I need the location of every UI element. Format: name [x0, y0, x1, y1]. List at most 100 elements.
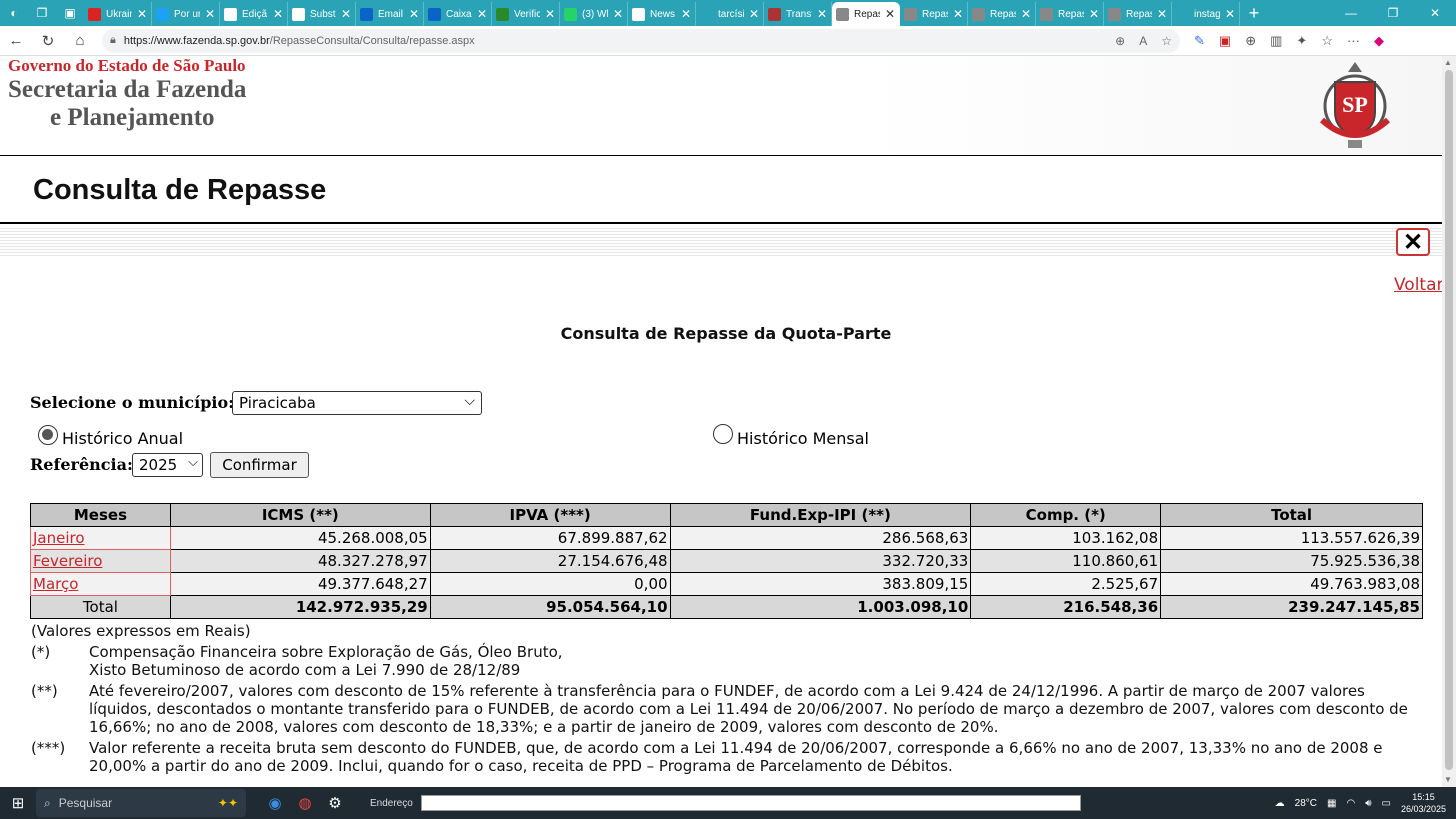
browser-tab[interactable]: instag ✕ — [1172, 2, 1240, 26]
voltar-link[interactable]: Voltar — [1394, 275, 1442, 295]
workspaces-icon[interactable]: ❐ — [28, 0, 56, 26]
total-label: Total — [30, 595, 171, 619]
volume-icon[interactable]: 🔊︎ — [1365, 798, 1371, 809]
restore-button[interactable]: ❐ — [1372, 6, 1414, 20]
scroll-thumb[interactable] — [1445, 70, 1453, 770]
taskbar-search[interactable]: ⌕ Pesquisar ✦✦ — [36, 789, 246, 817]
url-host: https://www.fazenda.sp.gov.br — [123, 34, 270, 47]
performance-icon[interactable]: ▥ — [1270, 33, 1282, 49]
ipva-total: 95.054.564,10 — [429, 595, 671, 619]
close-window-button[interactable]: ✕ — [1414, 6, 1456, 20]
month-link[interactable]: Fevereiro — [33, 552, 102, 570]
home-button[interactable]: ⌂ — [64, 32, 96, 49]
sparkle-icon: ✦✦ — [217, 796, 238, 810]
icms-total: 142.972.935,29 — [169, 595, 431, 619]
close-tab-icon[interactable]: ✕ — [137, 7, 147, 21]
close-tab-icon[interactable]: ✕ — [341, 7, 351, 21]
close-tab-icon[interactable]: ✕ — [953, 7, 963, 21]
month-link[interactable]: Março — [33, 575, 78, 593]
weather-temp: 28°C — [1294, 797, 1317, 809]
scroll-down-icon[interactable]: ▼ — [1444, 775, 1452, 784]
tab-actions-icon[interactable]: ▣ — [56, 0, 84, 26]
close-tab-icon[interactable]: ✕ — [545, 7, 555, 21]
clock[interactable]: 15:15 26/03/2025 — [1401, 791, 1446, 815]
referencia-select[interactable]: 2025 ⌵ — [132, 453, 203, 477]
favorite-star-icon[interactable]: ☆ — [1161, 34, 1172, 48]
close-tab-icon[interactable]: ✕ — [1089, 7, 1099, 21]
municipio-select[interactable]: Piracicaba ⌵ — [232, 391, 482, 415]
browser-tab[interactable]: (3) Wl ✕ — [560, 2, 628, 26]
radio-historico-mensal[interactable] — [713, 424, 733, 444]
back-button[interactable]: ← — [0, 32, 32, 49]
browser-tab[interactable]: Ukrain ✕ — [84, 2, 152, 26]
close-tab-icon[interactable]: ✕ — [681, 7, 691, 21]
pen-icon[interactable]: ✎ — [1194, 33, 1205, 49]
browser-tab[interactable]: Repas ✕ — [900, 2, 968, 26]
scroll-up-icon[interactable]: ▲ — [1444, 58, 1452, 67]
close-tab-icon[interactable]: ✕ — [749, 7, 759, 21]
new-tab-button[interactable]: + — [1240, 3, 1268, 24]
tab-favicon-icon — [292, 7, 305, 21]
col-header: Comp. (*) — [970, 503, 1162, 527]
close-tab-icon[interactable]: ✕ — [613, 7, 623, 21]
close-tab-icon[interactable]: ✕ — [885, 7, 895, 21]
browser-tab[interactable]: Repas ✕ — [1036, 2, 1104, 26]
weather-icon[interactable]: ☁ — [1275, 798, 1285, 809]
tray-apps-icon[interactable]: ▦ — [1327, 798, 1336, 809]
zoom-icon[interactable]: ⊕ — [1115, 34, 1125, 48]
close-tab-icon[interactable]: ✕ — [205, 7, 215, 21]
profile-icon[interactable]: ◐ — [0, 0, 28, 26]
minimize-button[interactable]: — — [1330, 6, 1372, 20]
browser-tab[interactable]: Repas ✕ — [968, 2, 1036, 26]
month-link[interactable]: Janeiro — [33, 529, 85, 547]
tab-favicon-icon — [360, 7, 373, 21]
close-tab-icon[interactable]: ✕ — [477, 7, 487, 21]
settings-gear-icon[interactable]: ⚙ — [320, 794, 350, 812]
close-tab-icon[interactable]: ✕ — [1225, 7, 1235, 21]
menu-icon[interactable]: ··· — [1347, 33, 1360, 49]
ipi-cell: 383.809,15 — [669, 572, 972, 596]
wifi-icon[interactable]: ◠ — [1346, 798, 1355, 809]
close-icon[interactable]: ✕ — [1396, 228, 1430, 256]
windows-start-icon[interactable]: ⊞ — [0, 794, 36, 812]
browser-tab[interactable]: Transf ✕ — [764, 2, 832, 26]
browser-tab[interactable]: Email ✕ — [356, 2, 424, 26]
extension-icon[interactable]: ▣ — [1219, 33, 1231, 49]
read-aloud-icon[interactable]: A — [1139, 34, 1147, 48]
close-tab-icon[interactable]: ✕ — [409, 7, 419, 21]
endereco-input[interactable] — [420, 795, 1081, 811]
browser-tab[interactable]: Subst ✕ — [288, 2, 356, 26]
add-icon[interactable]: ⊕ — [1245, 33, 1256, 49]
confirmar-button[interactable]: Confirmar — [210, 452, 309, 478]
close-tab-icon[interactable]: ✕ — [1021, 7, 1031, 21]
footnotes: (Valores expressos em Reais) (*) Compens… — [31, 622, 1426, 775]
browser-tab[interactable]: Por ur ✕ — [152, 2, 220, 26]
close-tab-icon[interactable]: ✕ — [273, 7, 283, 21]
browser-tab[interactable]: Verific ✕ — [492, 2, 560, 26]
browser-tab[interactable]: Repas ✕ — [1104, 2, 1172, 26]
radio-historico-anual[interactable] — [38, 425, 58, 445]
tab-favicon-icon — [564, 7, 577, 21]
browser-tab[interactable]: Ediçã ✕ — [220, 2, 288, 26]
tab-favicon-icon — [1176, 7, 1189, 21]
browser-tab[interactable]: News ✕ — [628, 2, 696, 26]
browser-tab[interactable]: Repas ✕ — [832, 2, 900, 26]
refresh-button[interactable]: ↻ — [32, 32, 64, 50]
copilot-icon[interactable]: ◆ — [1374, 33, 1384, 49]
favorites-icon[interactable]: ☆ — [1321, 33, 1333, 49]
page-title: Consulta de Repasse — [33, 174, 327, 206]
battery-icon[interactable]: ▭ — [1382, 798, 1391, 809]
chrome-icon[interactable]: ◍ — [290, 794, 320, 812]
browser-tab[interactable]: tarcísi ✕ — [696, 2, 764, 26]
close-tab-icon[interactable]: ✕ — [817, 7, 827, 21]
extensions-puzzle-icon[interactable]: ✦ — [1296, 33, 1307, 49]
total-cell: 113.557.626,39 — [1160, 526, 1423, 550]
footnote-text: Valor referente a receita bruta sem desc… — [89, 739, 1383, 775]
comp-cell: 110.860,61 — [970, 549, 1162, 573]
close-tab-icon[interactable]: ✕ — [1157, 7, 1167, 21]
total-cell: 49.763.983,08 — [1160, 572, 1423, 596]
page-scrollbar[interactable]: ▲ ▼ — [1442, 56, 1456, 787]
browser-tab[interactable]: Caixa ✕ — [424, 2, 492, 26]
url-field[interactable]: 🔒︎ https://www.fazenda.sp.gov.br/Repasse… — [102, 28, 1180, 53]
edge-icon[interactable]: ◉ — [260, 794, 290, 812]
